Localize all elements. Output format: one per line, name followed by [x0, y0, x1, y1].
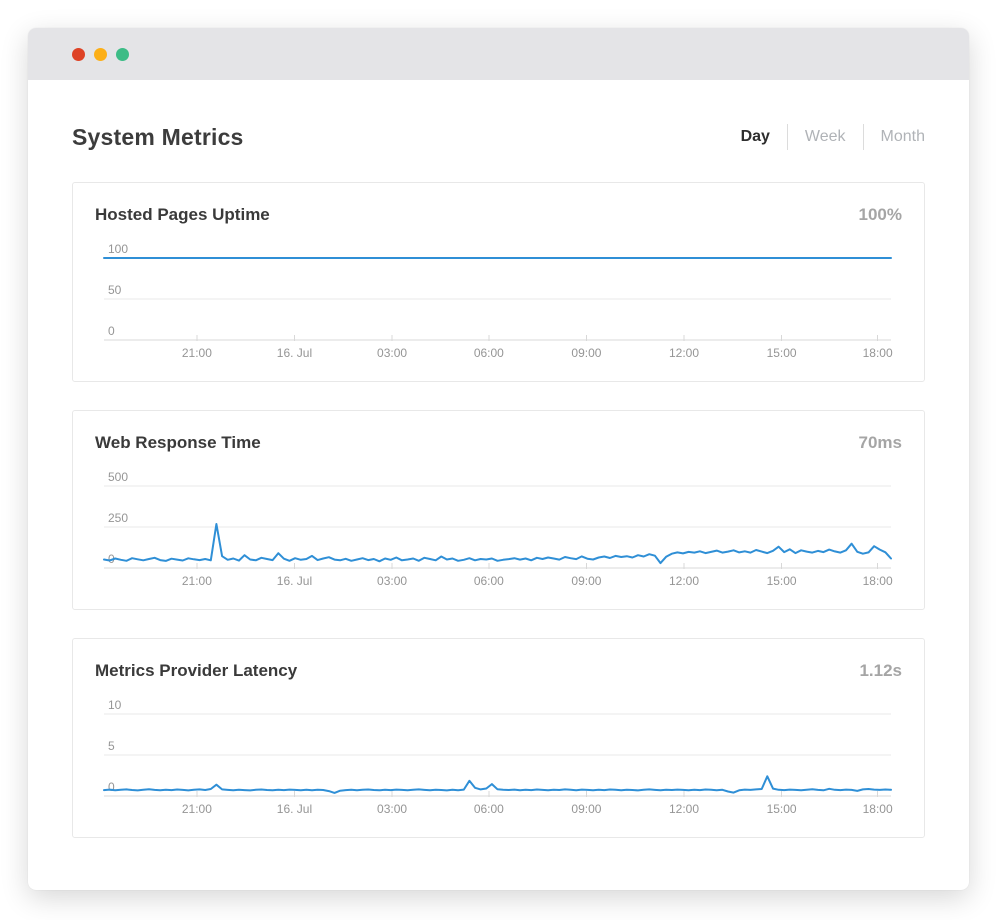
page-title: System Metrics: [72, 124, 244, 151]
svg-text:03:00: 03:00: [377, 346, 407, 360]
svg-text:18:00: 18:00: [863, 574, 893, 588]
latency-line-chart[interactable]: 21:00 16. Jul 03:00 06:00 09:00 12:00 15:00 18:…: [73, 692, 922, 827]
window-zoom-button[interactable]: [116, 48, 129, 61]
latency-card: Metrics Provider Latency 1.12s 21:00 16. …: [72, 638, 925, 838]
app-window: System Metrics Day Week Month Hosted Pag…: [28, 28, 969, 890]
response-time-card: Web Response Time 70ms 21:00 16. Jul 03:00…: [72, 410, 925, 610]
svg-text:0: 0: [108, 780, 115, 794]
card-header: Metrics Provider Latency 1.12s: [73, 639, 924, 683]
svg-text:09:00: 09:00: [571, 802, 601, 816]
card-header: Hosted Pages Uptime 100%: [73, 183, 924, 227]
response-time-line-chart[interactable]: 21:00 16. Jul 03:00 06:00 09:00 12:00 15:00 18:…: [73, 464, 922, 599]
card-header: Web Response Time 70ms: [73, 411, 924, 455]
tab-week[interactable]: Week: [788, 128, 863, 146]
svg-text:16. Jul: 16. Jul: [277, 346, 312, 360]
window-minimize-button[interactable]: [94, 48, 107, 61]
svg-text:10: 10: [108, 698, 122, 712]
svg-text:03:00: 03:00: [377, 574, 407, 588]
period-toggle: Day Week Month: [724, 124, 925, 150]
svg-text:250: 250: [108, 511, 128, 525]
svg-text:15:00: 15:00: [767, 574, 797, 588]
svg-text:15:00: 15:00: [767, 802, 797, 816]
chart-current-value: 70ms: [859, 431, 902, 455]
svg-text:15:00: 15:00: [767, 346, 797, 360]
tab-day[interactable]: Day: [724, 128, 787, 146]
svg-text:06:00: 06:00: [474, 802, 504, 816]
svg-text:500: 500: [108, 470, 128, 484]
svg-text:06:00: 06:00: [474, 574, 504, 588]
svg-text:12:00: 12:00: [669, 574, 699, 588]
svg-text:18:00: 18:00: [863, 346, 893, 360]
uptime-line-chart[interactable]: 21:00 16. Jul 03:00 06:00 09:00 12:00 15:00 18:…: [73, 236, 922, 371]
svg-text:16. Jul: 16. Jul: [277, 802, 312, 816]
svg-text:21:00: 21:00: [182, 574, 212, 588]
svg-text:0: 0: [108, 324, 115, 338]
chart-title-latency: Metrics Provider Latency: [95, 659, 297, 683]
chart-title-response-time: Web Response Time: [95, 431, 261, 455]
chart-current-value: 100%: [859, 203, 902, 227]
svg-text:03:00: 03:00: [377, 802, 407, 816]
chart-title-uptime: Hosted Pages Uptime: [95, 203, 270, 227]
window-close-button[interactable]: [72, 48, 85, 61]
uptime-card: Hosted Pages Uptime 100% 21:00 16. Jul 03:…: [72, 182, 925, 382]
svg-text:50: 50: [108, 283, 122, 297]
window-titlebar: [28, 28, 969, 80]
chart-current-value: 1.12s: [859, 659, 902, 683]
svg-text:12:00: 12:00: [669, 346, 699, 360]
svg-text:21:00: 21:00: [182, 346, 212, 360]
svg-text:16. Jul: 16. Jul: [277, 574, 312, 588]
svg-text:21:00: 21:00: [182, 802, 212, 816]
page-header: System Metrics Day Week Month: [72, 80, 925, 154]
main-content: System Metrics Day Week Month Hosted Pag…: [28, 80, 969, 838]
svg-text:18:00: 18:00: [863, 802, 893, 816]
tab-month[interactable]: Month: [864, 128, 925, 146]
svg-text:06:00: 06:00: [474, 346, 504, 360]
svg-text:100: 100: [108, 242, 128, 256]
svg-text:5: 5: [108, 739, 115, 753]
svg-text:12:00: 12:00: [669, 802, 699, 816]
svg-text:09:00: 09:00: [571, 574, 601, 588]
svg-text:09:00: 09:00: [571, 346, 601, 360]
